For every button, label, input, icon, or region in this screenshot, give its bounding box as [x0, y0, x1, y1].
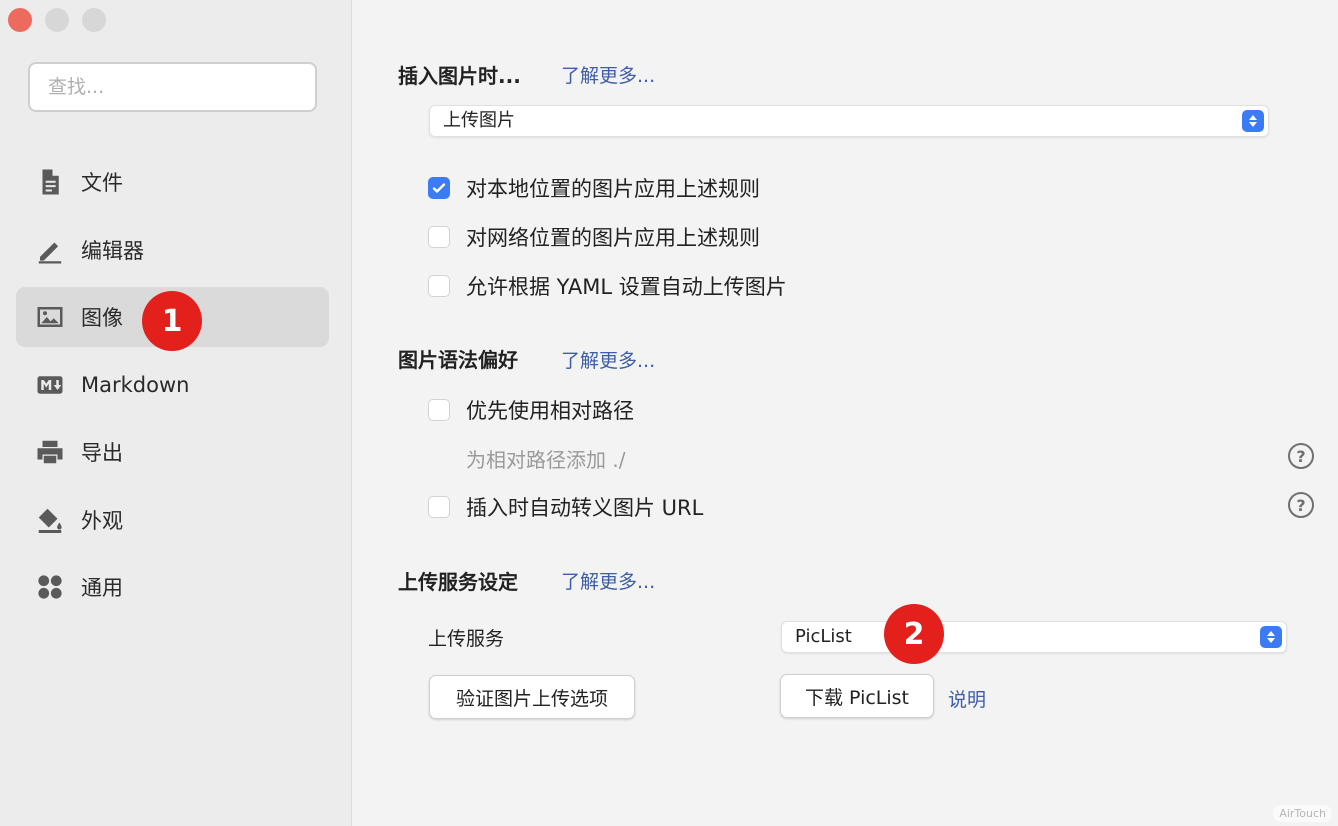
sidebar-item-label: 导出: [81, 441, 123, 465]
checkbox[interactable]: [428, 226, 450, 248]
download-piclist-button[interactable]: 下载 PicList: [780, 674, 934, 718]
section-title-insert-image: 插入图片时...: [398, 64, 521, 88]
section-title-upload: 上传服务设定: [398, 570, 518, 594]
help-icon[interactable]: ?: [1288, 492, 1314, 518]
option-relative-path[interactable]: 优先使用相对路径: [428, 395, 634, 425]
checkbox[interactable]: [428, 275, 450, 297]
option-label: 允许根据 YAML 设置自动上传图片: [466, 275, 787, 299]
sidebar-item-label: 图像: [81, 306, 123, 330]
preferences-window: 文件 编辑器 图像 1 Markdown: [0, 0, 1338, 826]
image-icon: [32, 299, 68, 335]
option-escape-url[interactable]: 插入时自动转义图片 URL: [428, 492, 703, 522]
upload-service-select[interactable]: PicList: [781, 621, 1287, 653]
checkbox[interactable]: [428, 496, 450, 518]
sidebar-item-label: 外观: [81, 508, 123, 533]
option-yaml-upload[interactable]: 允许根据 YAML 设置自动上传图片: [428, 271, 787, 301]
file-icon: [32, 164, 68, 200]
verify-upload-button[interactable]: 验证图片上传选项: [429, 675, 635, 719]
markdown-icon: [32, 367, 68, 403]
learn-more-link[interactable]: 了解更多...: [561, 346, 655, 373]
sidebar-nav: 文件 编辑器 图像 1 Markdown 导出 外观 通用: [16, 152, 329, 625]
explain-link[interactable]: 说明: [948, 685, 986, 712]
sidebar-item-label: 编辑器: [81, 238, 144, 263]
window-controls: [8, 8, 106, 32]
settings-panel: 插入图片时... 了解更多... 上传图片 对本地位置的图片应用上述规则 对网络…: [352, 0, 1338, 826]
paint-bucket-icon: [32, 502, 68, 538]
close-window-button[interactable]: [8, 8, 32, 32]
option-label: 对网络位置的图片应用上述规则: [466, 226, 760, 250]
watermark-text: AirTouch: [1273, 805, 1332, 822]
sidebar-item-markdown[interactable]: Markdown: [16, 355, 329, 415]
sidebar-item-appearance[interactable]: 外观: [16, 490, 329, 550]
option-network-images[interactable]: 对网络位置的图片应用上述规则: [428, 222, 760, 252]
chevron-up-down-icon: [1260, 626, 1282, 648]
learn-more-link[interactable]: 了解更多...: [561, 61, 655, 88]
option-label: 优先使用相对路径: [466, 399, 634, 423]
annotation-badge-1: 1: [142, 291, 202, 351]
sidebar-item-editor[interactable]: 编辑器: [16, 220, 329, 280]
grid-icon: [32, 569, 68, 605]
help-icon[interactable]: ?: [1288, 443, 1314, 469]
sidebar-item-file[interactable]: 文件: [16, 152, 329, 212]
checkbox-checked[interactable]: [428, 177, 450, 199]
option-local-images[interactable]: 对本地位置的图片应用上述规则: [428, 173, 760, 203]
insert-image-select[interactable]: 上传图片: [429, 105, 1269, 137]
section-title-syntax: 图片语法偏好: [398, 348, 518, 372]
option-label: 对本地位置的图片应用上述规则: [466, 177, 760, 201]
printer-icon: [32, 434, 68, 470]
zoom-window-button[interactable]: [82, 8, 106, 32]
sidebar-item-label: 通用: [81, 576, 123, 600]
checkmark-icon: [432, 183, 446, 193]
sidebar-item-export[interactable]: 导出: [16, 422, 329, 482]
minimize-window-button[interactable]: [45, 8, 69, 32]
option-label: 插入时自动转义图片 URL: [466, 496, 704, 520]
sidebar: 文件 编辑器 图像 1 Markdown: [0, 0, 352, 826]
sidebar-item-label: 文件: [81, 171, 123, 195]
option-add-dot-slash: 为相对路径添加 ./: [466, 448, 626, 472]
sidebar-item-label: Markdown: [81, 372, 190, 397]
chevron-up-down-icon: [1242, 110, 1264, 132]
sidebar-item-image[interactable]: 图像 1: [16, 287, 329, 351]
insert-image-select-value: 上传图片: [443, 110, 515, 131]
learn-more-link[interactable]: 了解更多...: [561, 567, 655, 594]
upload-service-label: 上传服务: [428, 628, 505, 650]
annotation-badge-2: 2: [884, 604, 944, 664]
search-input[interactable]: [28, 62, 317, 112]
checkbox[interactable]: [428, 399, 450, 421]
pencil-icon: [32, 232, 68, 268]
upload-service-select-value: PicList: [795, 626, 852, 647]
sidebar-item-general[interactable]: 通用: [16, 557, 329, 617]
